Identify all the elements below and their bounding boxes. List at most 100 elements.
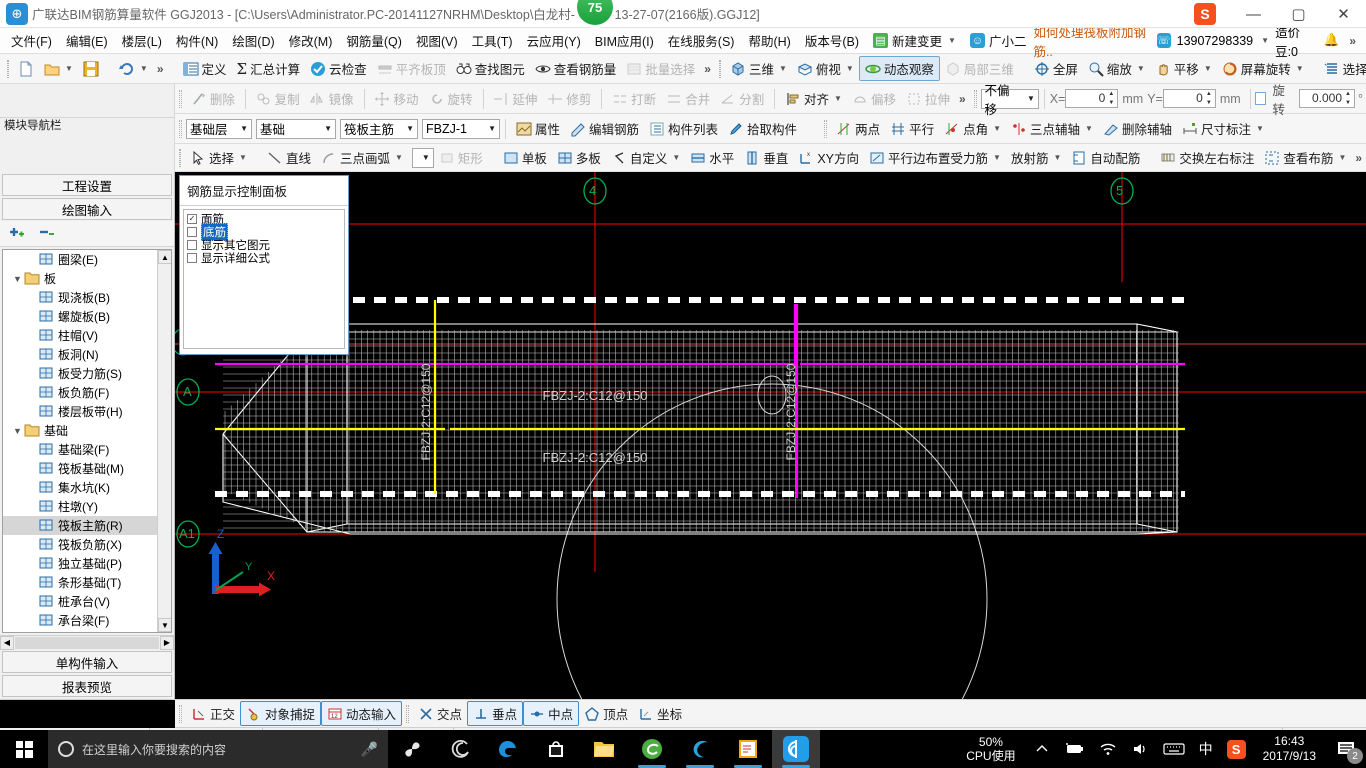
chevron-down-icon[interactable]: ▼ [834, 94, 842, 103]
chevron-down-icon[interactable]: ▼ [140, 64, 148, 73]
project-settings-button[interactable]: 工程设置 [2, 174, 172, 196]
toolbar-grip[interactable] [7, 59, 9, 78]
point-angle-button[interactable]: 点角 ▼ [939, 117, 1006, 140]
cloud-check-button[interactable]: 云检查 [305, 57, 372, 80]
tree-item-9[interactable]: 楼层板带(H) [3, 402, 157, 421]
single-component-input-button[interactable]: 单构件输入 [2, 651, 172, 673]
toolbar-grip-3[interactable] [179, 89, 182, 108]
chevron-down-icon[interactable]: ▼ [65, 64, 73, 73]
chevron-down-icon[interactable]: ▼ [993, 124, 1001, 133]
save-button[interactable] [78, 59, 104, 79]
split-button[interactable]: 分割 [715, 87, 769, 110]
parallel-edge-rebar-button[interactable]: 平行边布置受力筋 ▼ [864, 146, 1006, 169]
ime-chinese-icon[interactable]: 中 [1192, 739, 1220, 759]
rotate-spinner[interactable]: ▲ ▼ [1343, 91, 1353, 106]
tree-item-14[interactable]: 柱墩(Y) [3, 497, 157, 516]
chevron-down-icon[interactable]: ▼ [395, 153, 403, 162]
x-offset-input[interactable]: 0 ▲ ▼ [1065, 89, 1119, 108]
menu-item-file[interactable]: 文件(F) [4, 28, 59, 53]
tree-item-10[interactable]: ▼ 基础 [3, 421, 157, 440]
trim-button[interactable]: 修剪 [542, 87, 596, 110]
minimize-button[interactable]: — [1231, 0, 1276, 28]
tree-item-11[interactable]: 基础梁(F) [3, 440, 157, 459]
rotate-input[interactable]: 0.000 ▲ ▼ [1298, 89, 1356, 108]
menu-item-version[interactable]: 版本号(B) [798, 28, 866, 53]
checkbox-checked-icon[interactable]: ✓ [187, 213, 197, 224]
multi-slab-button[interactable]: 多板 [552, 146, 606, 169]
menu-item-tools[interactable]: 工具(T) [465, 28, 520, 53]
cad-canvas[interactable]: FBZJ-2:C12@150 FBZJ-2:C12@150 FBZJ-2:C12… [175, 172, 1366, 699]
copy-button[interactable]: 复制 [251, 87, 305, 110]
toolbar-grip-5[interactable] [179, 119, 182, 138]
select-floor-button[interactable]: 选择楼层 [1319, 57, 1366, 80]
chevron-down-icon[interactable]: ▼ [1053, 153, 1061, 162]
dimension-button[interactable]: 尺寸标注 ▼ [1177, 117, 1269, 140]
tree-item-8[interactable]: 板负筋(F) [3, 383, 157, 402]
taskbar-search-box[interactable]: 在这里输入你要搜索的内容 🎤 [48, 730, 388, 768]
dynamic-input-toggle[interactable]: 12 动态输入 [321, 701, 403, 726]
menu-item-floor[interactable]: 楼层(L) [115, 28, 169, 53]
break-button[interactable]: 打断 [607, 87, 661, 110]
report-preview-button[interactable]: 报表预览 [2, 675, 172, 697]
taskbar-app-notepad[interactable] [724, 730, 772, 768]
three-point-axis-button[interactable]: 三点辅轴 ▼ [1006, 117, 1098, 140]
taskbar-clock[interactable]: 16:43 2017/9/13 [1253, 734, 1326, 764]
top-view-button[interactable]: 俯视 ▼ [792, 57, 859, 80]
drawing-input-button[interactable]: 绘图输入 [2, 198, 172, 220]
horizontal-button[interactable]: 水平 [685, 146, 739, 169]
single-slab-button[interactable]: 单板 [498, 146, 552, 169]
offset-mode-select[interactable]: 不偏移 ▼ [980, 84, 1039, 117]
sogou-tray-icon[interactable]: S [1220, 739, 1253, 759]
tree-scrollbar-horizontal[interactable]: ◀ ▶ [0, 635, 174, 650]
toolbar-grip-4[interactable] [973, 89, 977, 108]
menu-item-cloud[interactable]: 云应用(Y) [520, 28, 588, 53]
taskbar-app-explorer[interactable] [580, 730, 628, 768]
toolbar-grip-6[interactable] [824, 119, 828, 138]
component-type-select[interactable]: 筏板主筋 ▼ [340, 118, 418, 139]
snapbar-grip[interactable] [179, 704, 182, 723]
auto-rebar-button[interactable]: 自动配筋 [1066, 146, 1145, 169]
delete-axis-button[interactable]: 删除辅轴 [1098, 117, 1177, 140]
toolbar-overflow-button-2[interactable]: » [700, 62, 715, 76]
scroll-left-arrow[interactable]: ◀ [0, 635, 14, 650]
new-file-button[interactable] [13, 59, 39, 79]
add-icon[interactable] [8, 225, 28, 242]
pick-component-button[interactable]: 拾取构件 [723, 117, 802, 140]
radial-rebar-button[interactable]: 放射筋 ▼ [1006, 146, 1066, 169]
component-name-select[interactable]: FBZJ-1 ▼ [422, 118, 500, 139]
taskbar-app-edge[interactable] [484, 730, 532, 768]
two-point-axis-button[interactable]: 两点 [831, 117, 885, 140]
chevron-down-icon[interactable]: ▼ [779, 64, 787, 73]
tree-item-18[interactable]: 条形基础(T) [3, 573, 157, 592]
chevron-down-icon[interactable]: ▼ [239, 153, 247, 162]
toolbar-grip-7[interactable] [179, 148, 181, 167]
find-element-button[interactable]: 查找图元 [451, 57, 530, 80]
y-spinner[interactable]: ▲ ▼ [1204, 91, 1214, 106]
taskbar-app-browser-blue[interactable] [676, 730, 724, 768]
user-account-button[interactable]: ☺ 广小二 [963, 28, 1034, 53]
tree-item-13[interactable]: 集水坑(K) [3, 478, 157, 497]
menu-item-edit[interactable]: 编辑(E) [59, 28, 115, 53]
custom-shape-button[interactable]: 自定义 ▼ [606, 146, 685, 169]
battery-icon[interactable] [1056, 742, 1092, 756]
view-layout-button[interactable]: 查看布筋 ▼ [1259, 146, 1351, 169]
tree-item-6[interactable]: 板洞(N) [3, 345, 157, 364]
menu-item-rebar-qty[interactable]: 钢筋量(Q) [339, 28, 409, 53]
menu-item-help[interactable]: 帮助(H) [741, 28, 797, 53]
microphone-icon[interactable]: 🎤 [361, 741, 378, 758]
chevron-down-icon[interactable]: ▼ [1204, 64, 1212, 73]
tree-item-12[interactable]: 筏板基础(M) [3, 459, 157, 478]
parallel-axis-button[interactable]: 平行 [885, 117, 939, 140]
x-spinner[interactable]: ▲ ▼ [1106, 91, 1116, 106]
action-center-button[interactable]: 2 [1326, 730, 1366, 768]
chevron-up-icon[interactable] [1028, 742, 1056, 756]
move-button[interactable]: 移动 [369, 87, 423, 110]
chevron-down-icon[interactable]: ▼ [1256, 124, 1264, 133]
rotate-checkbox[interactable] [1255, 92, 1267, 105]
rebar-display-control-panel[interactable]: 钢筋显示控制面板 ✓ 面筋 底筋 显示其它图元 显示详细公式 [179, 175, 349, 355]
line-tool-button[interactable]: 直线 [262, 146, 316, 169]
swap-annotation-button[interactable]: 交换左右标注 [1155, 146, 1259, 169]
taskbar-app-ggj[interactable] [772, 730, 820, 768]
pan-button[interactable]: 平移 ▼ [1150, 57, 1217, 80]
select-tool-button[interactable]: 选择 ▼ [185, 146, 252, 169]
